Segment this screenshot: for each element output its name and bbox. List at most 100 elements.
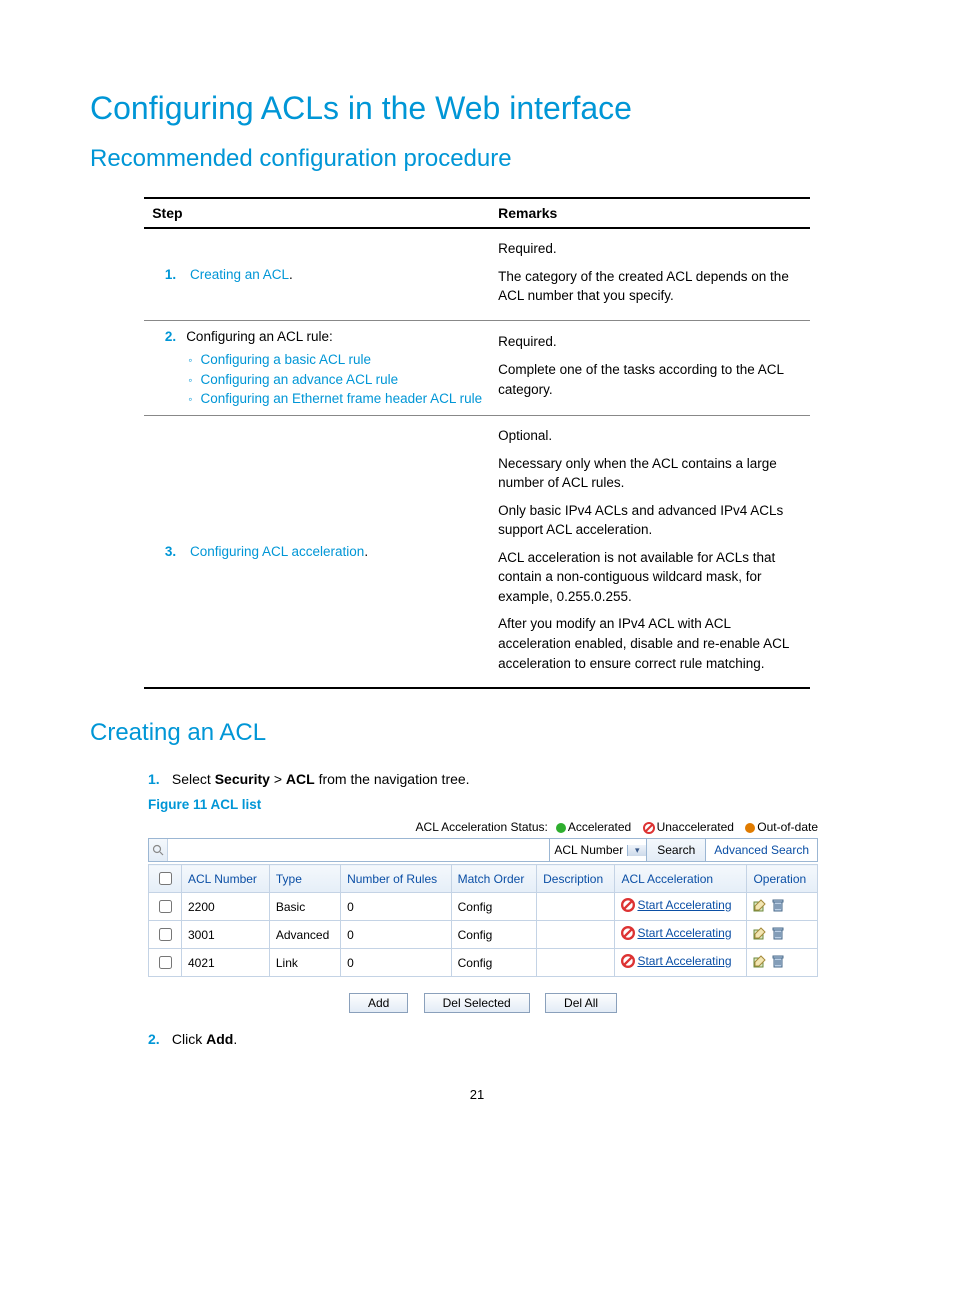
status-accelerated: Accelerated [568,820,631,834]
instr-prefix: Select [172,771,215,787]
edit-icon[interactable] [753,954,767,968]
edit-icon[interactable] [753,926,767,940]
cell-type: Link [269,949,340,977]
search-field-combo[interactable]: ACL Number ▾ [549,839,646,861]
delete-icon[interactable] [771,954,785,968]
cell-type: Basic [269,893,340,921]
proc-row: 3. Configuring ACL acceleration. Optiona… [144,415,810,688]
search-icon [149,839,168,861]
status-unaccelerated: Unaccelerated [657,820,734,834]
dot-unaccelerated-icon [643,822,655,834]
cell-match-order: Config [451,893,536,921]
del-all-button[interactable]: Del All [545,993,617,1013]
edit-icon[interactable] [753,898,767,912]
cell-num-rules: 0 [341,893,452,921]
row-checkbox[interactable] [159,900,172,913]
row-checkbox[interactable] [159,928,172,941]
select-all-checkbox[interactable] [159,872,172,885]
instruction-step: 2. Click Add. [148,1031,864,1047]
prohibit-icon [621,898,635,912]
col-num-rules[interactable]: Number of Rules [341,865,452,893]
sublink-basic-acl[interactable]: Configuring a basic ACL rule [200,352,371,367]
start-accelerating-link[interactable]: Start Accelerating [621,954,731,968]
del-selected-button[interactable]: Del Selected [424,993,530,1013]
proc-row: 1. Creating an ACL. Required. The catego… [144,228,810,320]
instr-bold-add: Add [206,1031,233,1047]
remark-text: Complete one of the tasks according to t… [498,360,802,399]
dot-accelerated-icon [556,823,566,833]
instr-bold-security: Security [215,771,270,787]
step-link-acl-acceleration[interactable]: Configuring ACL acceleration [190,544,364,559]
remark-text: ACL acceleration is not available for AC… [498,548,802,607]
search-button[interactable]: Search [646,839,705,861]
section-creating-title: Creating an ACL [90,719,864,747]
remark-text: The category of the created ACL depends … [498,267,802,306]
page-number: 21 [90,1087,864,1102]
remark-text: Necessary only when the ACL contains a l… [498,454,802,493]
col-description[interactable]: Description [537,865,615,893]
cell-description [537,921,615,949]
delete-icon[interactable] [771,898,785,912]
step-number: 2. [152,327,176,347]
table-row: 3001Advanced0Config Start Accelerating [149,921,818,949]
remark-text: Optional. [498,426,802,446]
instr-suffix: from the navigation tree. [315,771,470,787]
instr-suffix: . [233,1031,237,1047]
acl-table: ACL Number Type Number of Rules Match Or… [148,864,818,977]
instr-number: 2. [148,1031,168,1047]
cell-acl-number: 3001 [182,921,270,949]
page-title: Configuring ACLs in the Web interface [90,90,864,127]
proc-head-step: Step [144,198,490,228]
step-number: 1. [152,265,176,285]
proc-row: 2. Configuring an ACL rule: Configuring a… [144,320,810,415]
col-operation: Operation [747,865,818,893]
cell-description [537,893,615,921]
start-accelerating-link[interactable]: Start Accelerating [621,898,731,912]
search-bar: ACL Number ▾ Search Advanced Search [148,838,818,862]
col-acl-number[interactable]: ACL Number [182,865,270,893]
step-suffix: . [289,267,293,282]
dot-outofdate-icon [745,823,755,833]
col-match-order[interactable]: Match Order [451,865,536,893]
remark-text: Only basic IPv4 ACLs and advanced IPv4 A… [498,501,802,540]
status-outofdate: Out-of-date [757,820,818,834]
col-type[interactable]: Type [269,865,340,893]
instr-mid: > [270,771,286,787]
procedure-table: Step Remarks 1. Creating an ACL. Require… [144,197,810,689]
search-input[interactable] [168,839,549,861]
start-accelerating-link[interactable]: Start Accelerating [621,926,731,940]
step-intro: Configuring an ACL rule: [186,329,333,344]
add-button[interactable]: Add [349,993,408,1013]
cell-acl-number: 2200 [182,893,270,921]
cell-match-order: Config [451,949,536,977]
proc-head-remarks: Remarks [490,198,810,228]
instr-prefix: Click [172,1031,206,1047]
instr-bold-acl: ACL [286,771,315,787]
step-number: 3. [152,542,176,562]
prohibit-icon [621,954,635,968]
delete-icon[interactable] [771,926,785,940]
cell-num-rules: 0 [341,921,452,949]
acl-list-panel: ACL Acceleration Status: Accelerated Unac… [148,820,818,1013]
advanced-search-link[interactable]: Advanced Search [714,843,809,857]
status-label: ACL Acceleration Status: [416,820,548,834]
instruction-step: 1. Select Security > ACL from the naviga… [148,771,864,787]
step-suffix: . [364,544,368,559]
figure-caption: Figure 11 ACL list [148,797,864,812]
prohibit-icon [621,926,635,940]
remark-text: Required. [498,239,802,259]
cell-num-rules: 0 [341,949,452,977]
cell-match-order: Config [451,921,536,949]
row-checkbox[interactable] [159,956,172,969]
cell-description [537,949,615,977]
remark-text: Required. [498,332,802,352]
table-row: 2200Basic0Config Start Accelerating [149,893,818,921]
step-link-creating-acl[interactable]: Creating an ACL [190,267,289,282]
accel-status-legend: ACL Acceleration Status: Accelerated Unac… [148,820,818,834]
section-procedure-title: Recommended configuration procedure [90,145,864,173]
col-acl-accel: ACL Acceleration [615,865,747,893]
sublink-ethernet-acl[interactable]: Configuring an Ethernet frame header ACL… [200,391,482,406]
sublink-advance-acl[interactable]: Configuring an advance ACL rule [200,372,398,387]
cell-acl-number: 4021 [182,949,270,977]
cell-type: Advanced [269,921,340,949]
